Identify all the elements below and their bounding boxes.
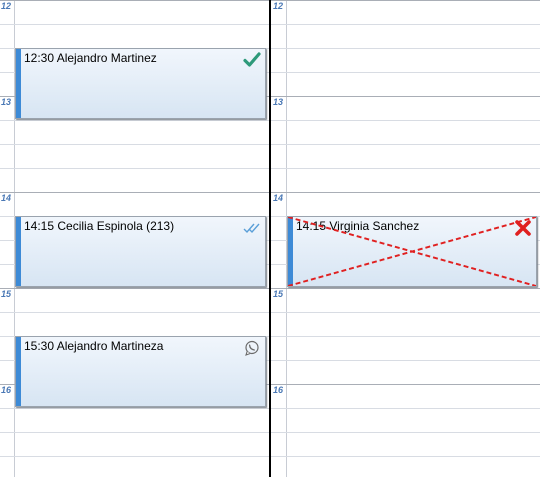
hour-label-12: 12: [273, 1, 284, 11]
hour-gridline: [271, 192, 540, 193]
hour-label-13: 13: [273, 97, 284, 107]
hour-gridline: [0, 192, 269, 193]
hour-gridline: [0, 0, 269, 1]
slot-gridline: [0, 168, 269, 169]
slot-gridline: [271, 120, 540, 121]
cancel-x-icon: [515, 220, 531, 236]
slot-gridline: [0, 408, 269, 409]
appointment-card[interactable]: 15:30 Alejandro Martineza: [15, 336, 266, 407]
slot-gridline: [0, 432, 269, 433]
slot-gridline: [271, 432, 540, 433]
hour-label-16: 16: [1, 385, 12, 395]
checkmark-icon: [243, 52, 261, 67]
hour-gridline: [271, 0, 540, 1]
hour-label-12: 12: [1, 1, 12, 11]
slot-gridline: [271, 72, 540, 73]
appointment-title: 14:15 Cecilia Espinola (213): [24, 219, 175, 233]
slot-gridline: [0, 120, 269, 121]
slot-gridline: [0, 144, 269, 145]
slot-gridline: [271, 456, 540, 457]
hour-label-14: 14: [273, 193, 284, 203]
slot-gridline: [271, 408, 540, 409]
appointment-card[interactable]: 12:30 Alejandro Martinez: [15, 48, 266, 119]
hour-gridline: [0, 288, 269, 289]
hour-gridline: [271, 288, 540, 289]
appointment-title: 15:30 Alejandro Martineza: [24, 339, 164, 353]
hour-label-16: 16: [273, 385, 284, 395]
hour-label-15: 15: [1, 289, 12, 299]
slot-gridline: [0, 456, 269, 457]
slot-gridline: [271, 24, 540, 25]
slot-gridline: [0, 312, 269, 313]
whatsapp-icon: [245, 340, 259, 356]
slot-gridline: [271, 144, 540, 145]
appointment-card[interactable]: 14:15 Cecilia Espinola (213): [15, 216, 266, 287]
slot-gridline: [271, 336, 540, 337]
appointment-title: 12:30 Alejandro Martinez: [24, 51, 157, 65]
appointment-card-cancelled[interactable]: 14:15 Virginia Sanchez: [287, 216, 537, 287]
slot-gridline: [0, 24, 269, 25]
cancelled-cross-overlay: [288, 217, 536, 286]
appointment-color-bar: [16, 337, 21, 406]
hour-label-14: 14: [1, 193, 12, 203]
hour-label-13: 13: [1, 97, 12, 107]
hour-gridline: [271, 96, 540, 97]
hour-gridline: [271, 384, 540, 385]
slot-gridline: [271, 360, 540, 361]
slot-gridline: [271, 312, 540, 313]
appointment-color-bar: [16, 49, 21, 118]
appointment-color-bar: [16, 217, 21, 286]
hour-label-15: 15: [273, 289, 284, 299]
double-check-icon: [243, 223, 260, 234]
slot-gridline: [271, 168, 540, 169]
slot-gridline: [271, 48, 540, 49]
